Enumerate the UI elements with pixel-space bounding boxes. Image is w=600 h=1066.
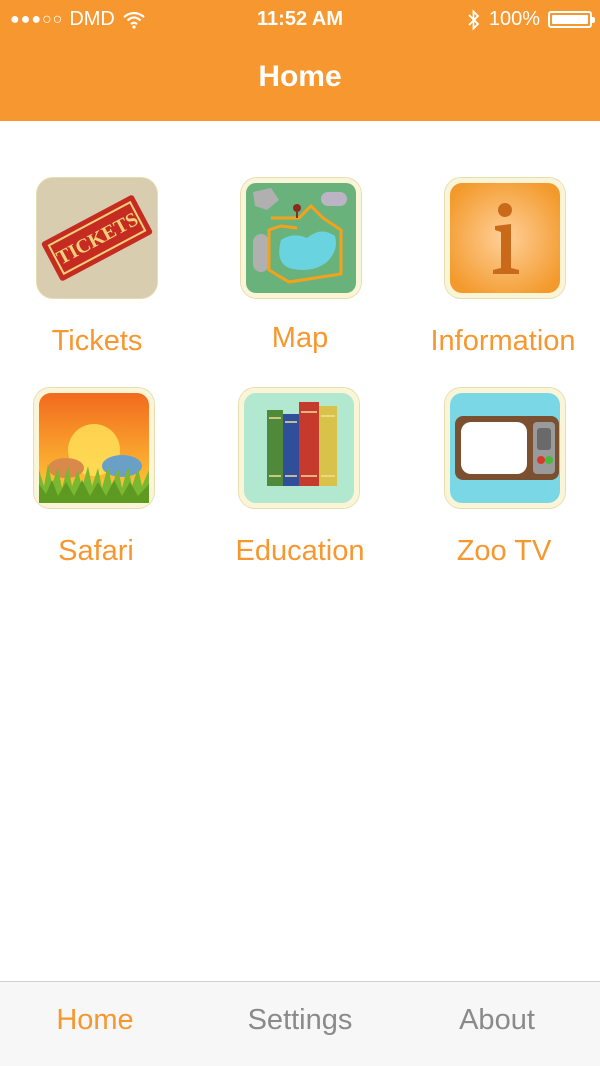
map-icon bbox=[241, 178, 361, 298]
tickets-icon: TICKETS bbox=[37, 178, 157, 298]
tab-home[interactable]: Home bbox=[0, 1004, 195, 1037]
status-bar: ●●●○○ DMD 11:52 AM 100% bbox=[0, 0, 600, 40]
battery-icon bbox=[548, 11, 595, 28]
tile-label-map: Map bbox=[271, 322, 329, 354]
battery-percent: 100% bbox=[488, 8, 540, 30]
tile-label-zoo-tv: Zoo TV bbox=[456, 535, 552, 567]
information-icon bbox=[445, 178, 565, 298]
nav-bar: ●●●○○ DMD 11:52 AM 100% Home bbox=[0, 0, 600, 121]
education-icon bbox=[239, 388, 359, 508]
zoo-tv-icon bbox=[445, 388, 565, 508]
tab-bar: Home Settings About bbox=[0, 981, 600, 1066]
tab-about[interactable]: About bbox=[397, 1004, 597, 1037]
tile-label-education: Education bbox=[235, 535, 365, 567]
tile-label-information: Information bbox=[430, 325, 576, 357]
tab-settings[interactable]: Settings bbox=[200, 1004, 400, 1037]
safari-icon bbox=[34, 388, 154, 508]
page-title: Home bbox=[258, 60, 342, 93]
tile-label-safari: Safari bbox=[58, 535, 134, 567]
bluetooth-icon bbox=[468, 8, 480, 31]
tile-label-tickets: Tickets bbox=[51, 325, 143, 357]
